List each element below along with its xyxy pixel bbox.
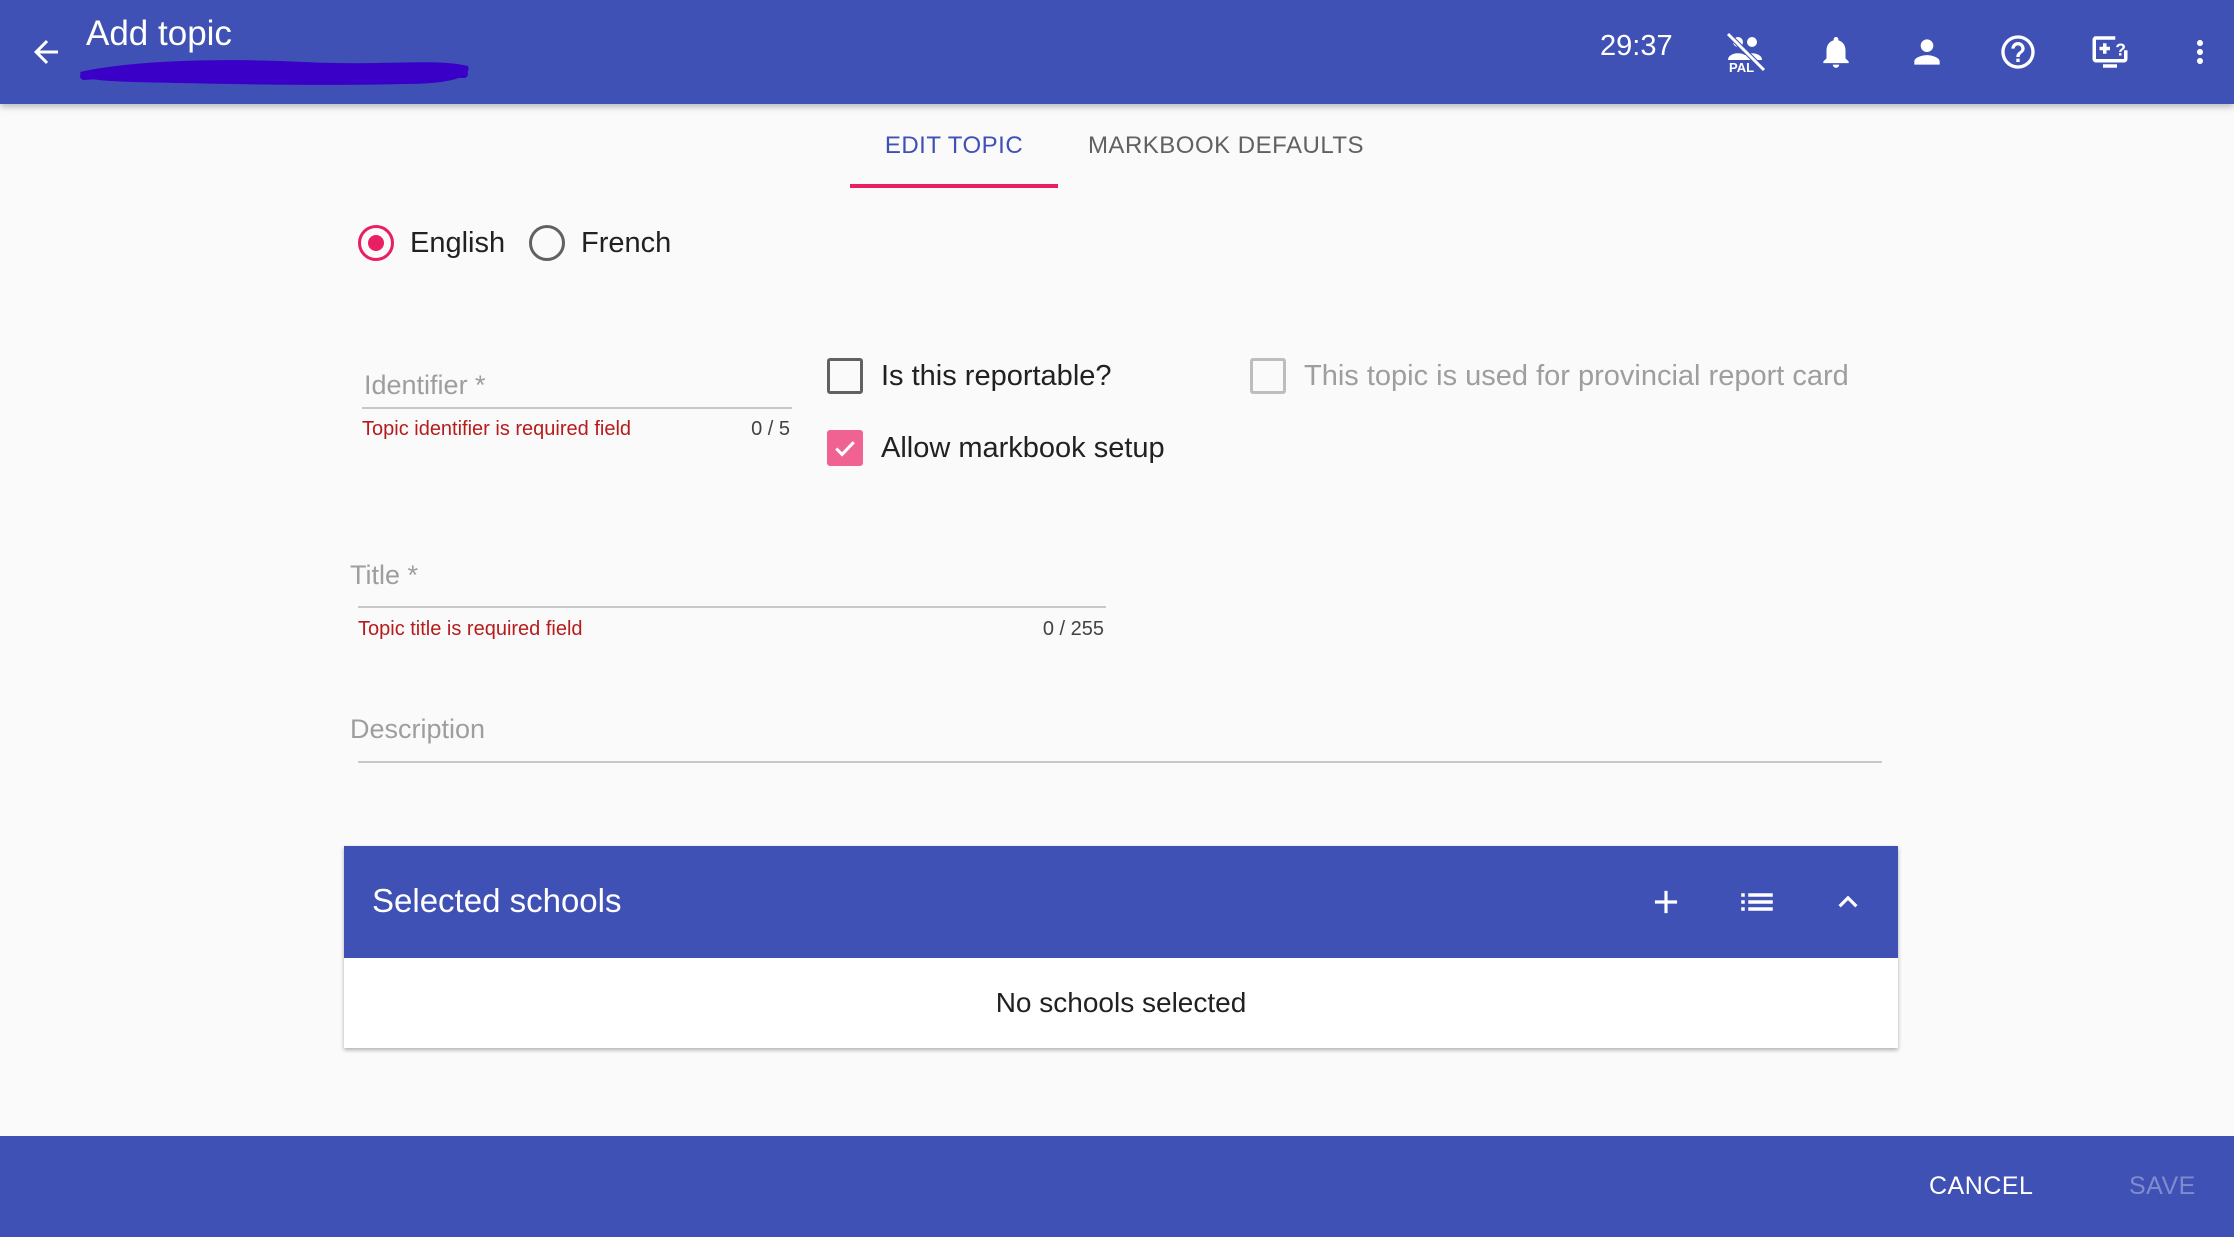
identifier-underline: [362, 407, 792, 409]
list-schools-button[interactable]: [1727, 872, 1787, 932]
description-underline: [358, 761, 1882, 763]
selected-schools-header: Selected schools: [344, 846, 1898, 958]
identifier-counter: 0 / 5: [751, 418, 790, 440]
description-input[interactable]: [358, 708, 1882, 758]
selected-schools-panel: Selected schools No schools selected: [344, 846, 1898, 1048]
title-input[interactable]: [358, 556, 1106, 602]
cancel-button[interactable]: CANCEL: [1929, 1172, 2033, 1201]
pal-off-icon: PAL: [1726, 32, 1766, 74]
svg-text:?: ?: [2115, 40, 2126, 60]
arrow-back-icon: [34, 40, 58, 64]
checkbox-unchecked-icon: [827, 358, 863, 394]
account-button[interactable]: [1897, 22, 1957, 82]
title-underline: [358, 606, 1106, 608]
active-tab-indicator: [850, 184, 1058, 188]
reportable-checkbox[interactable]: Is this reportable?: [827, 358, 1112, 394]
remote-support-button[interactable]: ?: [2080, 22, 2140, 82]
page-title: Add topic: [86, 14, 232, 53]
bottom-action-bar: [0, 1136, 2234, 1237]
provincial-report-label: This topic is used for provincial report…: [1304, 359, 1849, 392]
top-app-bar: Add topic 29:37 PAL ?: [0, 0, 2234, 104]
radio-unchecked-icon: [529, 225, 565, 261]
checkbox-disabled-icon: [1250, 358, 1286, 394]
title-counter: 0 / 255: [1042, 618, 1104, 640]
notifications-icon: [1823, 36, 1849, 68]
radio-label-french: French: [581, 226, 672, 259]
check-icon: [835, 441, 855, 457]
reportable-label: Is this reportable?: [881, 359, 1112, 392]
selected-schools-title: Selected schools: [372, 882, 622, 919]
account-icon: [1914, 39, 1940, 65]
tab-markbook-defaults[interactable]: MARKBOOK DEFAULTS: [1058, 104, 1394, 188]
list-icon: [1741, 893, 1773, 911]
checkbox-checked-icon: [827, 430, 863, 466]
add-icon: [1654, 890, 1678, 914]
remote-support-icon: ?: [2092, 36, 2128, 68]
markbook-setup-checkbox[interactable]: Allow markbook setup: [827, 430, 1165, 466]
redaction-scribble: [80, 60, 469, 85]
help-button[interactable]: [1988, 22, 2048, 82]
identifier-error: Topic identifier is required field: [362, 418, 632, 440]
svg-text:PAL: PAL: [1729, 60, 1754, 74]
save-button[interactable]: SAVE: [2129, 1172, 2196, 1201]
no-schools-message: No schools selected: [995, 987, 1247, 1018]
tab-edit-topic[interactable]: EDIT TOPIC: [850, 104, 1058, 188]
radio-label-english: English: [410, 226, 506, 259]
radio-checked-icon: [358, 225, 394, 261]
back-button[interactable]: [16, 22, 76, 82]
language-radio-french[interactable]: French: [529, 218, 671, 268]
collapse-button[interactable]: [1818, 872, 1878, 932]
pal-toggle-button[interactable]: PAL: [1716, 22, 1776, 82]
markbook-setup-label: Allow markbook setup: [881, 431, 1165, 464]
add-school-button[interactable]: [1636, 872, 1696, 932]
notifications-button[interactable]: [1806, 22, 1866, 82]
more-vert-icon: [2197, 40, 2203, 64]
chevron-up-icon: [1838, 895, 1858, 908]
provincial-report-checkbox[interactable]: This topic is used for provincial report…: [1250, 358, 1849, 394]
language-radio-english[interactable]: English: [358, 218, 505, 268]
title-error: Topic title is required field: [358, 618, 583, 640]
identifier-input[interactable]: [364, 364, 792, 406]
session-timer: 29:37: [1600, 30, 1673, 62]
help-icon: [2001, 35, 2035, 69]
more-options-button[interactable]: [2170, 22, 2230, 82]
